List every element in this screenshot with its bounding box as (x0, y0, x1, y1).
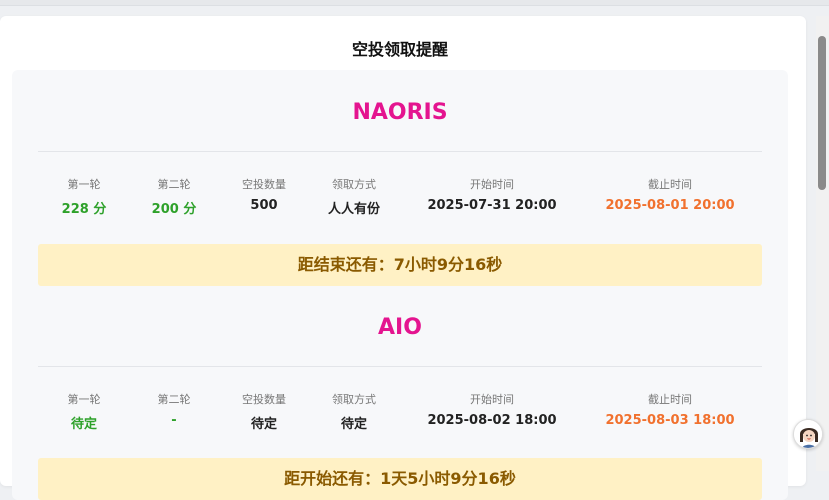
quantity-value: 待定 (250, 417, 277, 432)
round2-label: 第二轮 (157, 393, 191, 406)
start-time-label: 开始时间 (470, 393, 514, 406)
end-time-label: 截止时间 (648, 393, 692, 406)
start-time-value: 2025-07-31 20:00 (427, 198, 557, 213)
project-name: NAORIS (352, 100, 448, 125)
method-column: 领取方式 人人有份 (314, 176, 394, 217)
round1-value: 待定 (70, 417, 97, 432)
scrollbar-thumb[interactable] (818, 36, 826, 190)
round2-column: 第二轮 - (144, 391, 204, 428)
method-value: 待定 (340, 417, 367, 432)
divider (38, 151, 762, 152)
end-time-value: 2025-08-01 20:00 (605, 198, 735, 213)
divider (38, 366, 762, 367)
quantity-value: 500 (250, 198, 278, 213)
quantity-column: 空投数量 待定 (229, 391, 299, 432)
round1-column: 第一轮 228 分 (54, 176, 114, 217)
airdrop-reminder-panel: 空投领取提醒 NAORIS 第一轮 228 分 第二轮 200 分 空投数量 5… (0, 16, 806, 500)
method-label: 领取方式 (332, 393, 376, 406)
round1-value: 228 分 (61, 202, 107, 217)
countdown-banner: 距开始还有：1天5小时9分16秒 (38, 458, 762, 500)
start-time-column: 开始时间 2025-07-31 20:00 (412, 176, 572, 213)
page-title: 空投领取提醒 (351, 40, 448, 59)
round2-value: 200 分 (151, 202, 197, 217)
method-column: 领取方式 待定 (314, 391, 394, 432)
quantity-label: 空投数量 (242, 393, 286, 406)
projects-card: NAORIS 第一轮 228 分 第二轮 200 分 空投数量 500 领取方式… (12, 70, 788, 500)
project-name: AIO (378, 315, 422, 340)
round2-value: - (171, 413, 177, 428)
round2-column: 第二轮 200 分 (144, 176, 204, 217)
round2-label: 第二轮 (157, 178, 191, 191)
end-time-value: 2025-08-03 18:00 (605, 413, 735, 428)
method-value: 人人有份 (327, 202, 380, 217)
countdown-banner: 距结束还有：7小时9分16秒 (38, 244, 762, 286)
round1-column: 第一轮 待定 (54, 391, 114, 432)
method-label: 领取方式 (332, 178, 376, 191)
round1-label: 第一轮 (67, 178, 101, 191)
start-time-value: 2025-08-02 18:00 (427, 413, 557, 428)
round1-label: 第一轮 (67, 393, 101, 406)
quantity-column: 空投数量 500 (229, 176, 299, 213)
end-time-column: 截止时间 2025-08-01 20:00 (590, 176, 750, 213)
start-time-column: 开始时间 2025-08-02 18:00 (412, 391, 572, 428)
avatar-icon[interactable] (793, 419, 823, 449)
start-time-label: 开始时间 (470, 178, 514, 191)
browser-top-bar (0, 0, 829, 6)
quantity-label: 空投数量 (242, 178, 286, 191)
end-time-column: 截止时间 2025-08-03 18:00 (590, 391, 750, 428)
end-time-label: 截止时间 (648, 178, 692, 191)
